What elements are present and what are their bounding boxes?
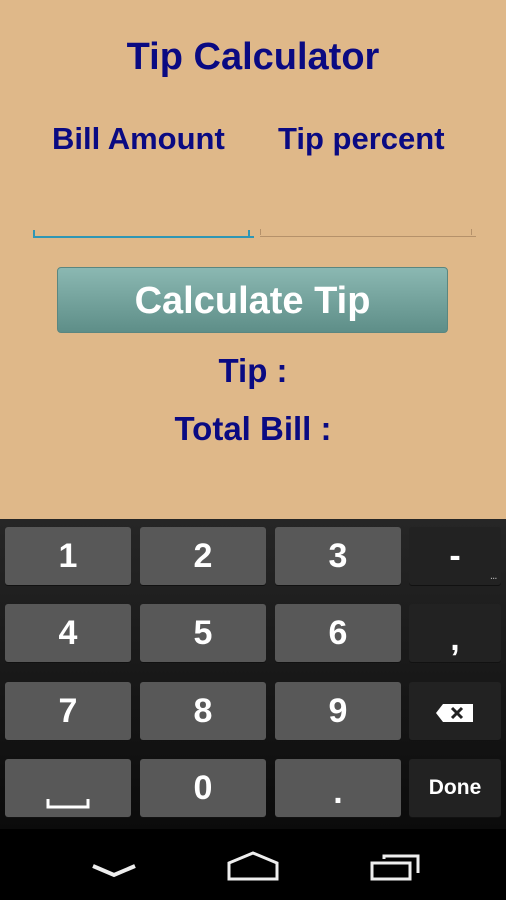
key-0[interactable]: 0 xyxy=(140,759,266,817)
key-6[interactable]: 6 xyxy=(275,604,401,662)
more-keys-indicator: ... xyxy=(490,572,497,581)
tip-percent-label: Tip percent xyxy=(278,121,445,156)
navigation-bar xyxy=(0,829,506,900)
home-icon xyxy=(227,851,279,881)
bill-input-edge-left xyxy=(33,230,35,236)
bill-amount-label: Bill Amount xyxy=(52,121,225,156)
key-7[interactable]: 7 xyxy=(5,682,131,740)
key-4[interactable]: 4 xyxy=(5,604,131,662)
backspace-key[interactable] xyxy=(409,682,501,740)
app-title: Tip Calculator xyxy=(126,36,380,78)
key-8[interactable]: 8 xyxy=(140,682,266,740)
tip-calculator-screen: Tip Calculator Bill Amount Tip percent C… xyxy=(0,0,506,519)
bill-amount-input[interactable] xyxy=(33,200,254,238)
key-period[interactable]: . xyxy=(275,759,401,817)
done-key[interactable]: Done xyxy=(409,759,501,817)
backspace-icon xyxy=(436,704,473,723)
key-5[interactable]: 5 xyxy=(140,604,266,662)
total-bill-result: Total Bill : xyxy=(174,410,332,447)
recents-button[interactable] xyxy=(364,849,424,889)
tip-input-edge-left xyxy=(260,229,261,235)
key-3[interactable]: 3 xyxy=(275,527,401,585)
key-comma[interactable]: , xyxy=(409,604,501,662)
home-button[interactable] xyxy=(223,849,283,889)
calculate-tip-button[interactable]: Calculate Tip xyxy=(57,267,448,333)
tip-percent-input[interactable] xyxy=(260,200,476,237)
key-2[interactable]: 2 xyxy=(140,527,266,585)
key-1[interactable]: 1 xyxy=(5,527,131,585)
tip-input-edge-right xyxy=(471,229,472,235)
space-icon xyxy=(46,799,90,809)
back-button[interactable] xyxy=(84,849,144,889)
bill-input-edge-right xyxy=(248,230,250,236)
numeric-keyboard: 1 2 3 - ... 4 5 6 , 7 8 9 0 . Done xyxy=(0,519,506,829)
back-icon xyxy=(92,864,136,878)
tip-result: Tip : xyxy=(218,352,288,389)
space-key[interactable] xyxy=(5,759,131,817)
key-9[interactable]: 9 xyxy=(275,682,401,740)
recents-icon xyxy=(370,854,420,881)
key-minus-label: - xyxy=(449,537,461,575)
key-minus[interactable]: - ... xyxy=(409,527,501,585)
